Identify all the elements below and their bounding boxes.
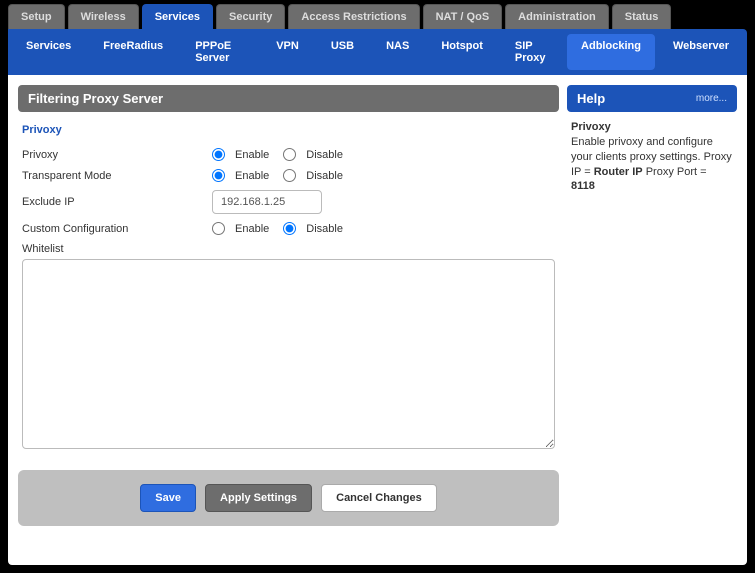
save-button[interactable]: Save [140,484,196,512]
label-privoxy: Privoxy [22,149,212,161]
sub-tab-sip-proxy[interactable]: SIP Proxy [501,34,563,70]
top-tab-access-restrictions[interactable]: Access Restrictions [288,4,419,29]
customconfig-enable-radio[interactable] [212,222,225,235]
exclude-ip-input[interactable] [212,190,322,214]
top-tab-wireless[interactable]: Wireless [68,4,139,29]
apply-button[interactable]: Apply Settings [205,484,312,512]
top-tab-status[interactable]: Status [612,4,672,29]
radio-transparent: Enable Disable [212,169,351,182]
radio-privoxy: Enable Disable [212,148,351,161]
top-tabs: SetupWirelessServicesSecurityAccess Rest… [8,0,747,29]
help-body: Privoxy Enable privoxy and configure you… [567,112,737,202]
transparent-enable-label[interactable]: Enable [235,170,269,182]
customconfig-disable-label[interactable]: Disable [306,223,343,235]
row-transparent: Transparent Mode Enable Disable [18,165,559,186]
row-privoxy: Privoxy Enable Disable [18,144,559,165]
sub-tabs: ServicesFreeRadiusPPPoE ServerVPNUSBNASH… [8,29,747,75]
row-whitelist: Whitelist [18,239,559,456]
help-port: 8118 [571,180,595,192]
row-custom-config: Custom Configuration Enable Disable [18,218,559,239]
fieldset-legend: Privoxy [18,112,559,144]
main-panel: Filtering Proxy Server Privoxy Privoxy E… [8,75,747,565]
privoxy-enable-label[interactable]: Enable [235,149,269,161]
privoxy-disable-label[interactable]: Disable [306,149,343,161]
help-headline: Privoxy [571,121,611,133]
whitelist-textarea[interactable] [22,259,555,449]
sub-tab-webserver[interactable]: Webserver [659,34,743,70]
sub-tab-usb[interactable]: USB [317,34,368,70]
customconfig-enable-label[interactable]: Enable [235,223,269,235]
cancel-button[interactable]: Cancel Changes [321,484,437,512]
sub-tab-pppoe-server[interactable]: PPPoE Server [181,34,258,70]
top-tab-services[interactable]: Services [142,4,213,29]
radio-custom-config: Enable Disable [212,222,351,235]
transparent-disable-label[interactable]: Disable [306,170,343,182]
sub-tab-adblocking[interactable]: Adblocking [567,34,655,70]
privoxy-enable-radio[interactable] [212,148,225,161]
button-bar: Save Apply Settings Cancel Changes [18,470,559,526]
label-whitelist: Whitelist [22,243,555,255]
sub-tab-freeradius[interactable]: FreeRadius [89,34,177,70]
help-router-ip: Router IP [594,166,643,178]
row-exclude-ip: Exclude IP [18,186,559,218]
sub-tab-hotspot[interactable]: Hotspot [427,34,497,70]
help-text-mid: Proxy Port = [643,166,707,178]
transparent-enable-radio[interactable] [212,169,225,182]
page-title: Filtering Proxy Server [18,85,559,112]
top-tab-nat-qos[interactable]: NAT / QoS [423,4,503,29]
top-tab-setup[interactable]: Setup [8,4,65,29]
label-transparent: Transparent Mode [22,170,212,182]
left-column: Filtering Proxy Server Privoxy Privoxy E… [18,85,559,555]
privoxy-disable-radio[interactable] [283,148,296,161]
privoxy-fieldset: Privoxy Privoxy Enable Disable Transpare… [18,112,559,456]
transparent-disable-radio[interactable] [283,169,296,182]
help-title-bar: Help more... [567,85,737,112]
customconfig-disable-radio[interactable] [283,222,296,235]
sub-tab-vpn[interactable]: VPN [262,34,313,70]
help-title: Help [577,91,605,106]
top-tab-administration[interactable]: Administration [505,4,609,29]
sub-tab-nas[interactable]: NAS [372,34,423,70]
sub-tab-services[interactable]: Services [12,34,85,70]
help-more-link[interactable]: more... [696,93,727,104]
label-custom-config: Custom Configuration [22,223,212,235]
top-tab-security[interactable]: Security [216,4,285,29]
label-exclude-ip: Exclude IP [22,196,212,208]
right-column: Help more... Privoxy Enable privoxy and … [567,85,737,555]
